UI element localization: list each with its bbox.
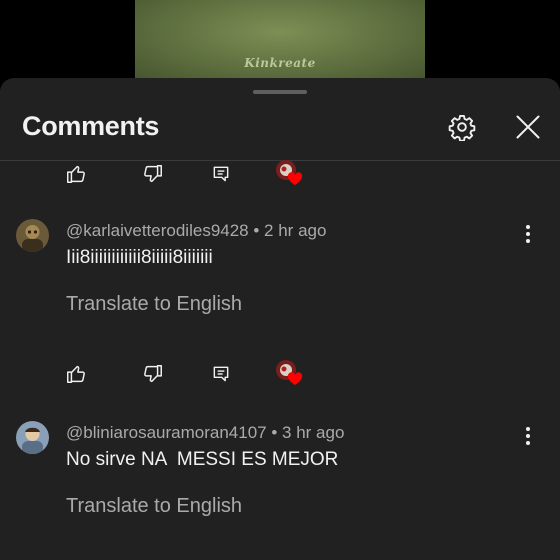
gear-icon xyxy=(448,114,476,141)
settings-button[interactable] xyxy=(444,109,480,145)
more-options-button[interactable] xyxy=(518,423,538,449)
thumb-down-icon xyxy=(144,165,162,183)
close-button[interactable] xyxy=(510,109,546,145)
comment-meta: @karlaivetterodiles9428 • 2 hr ago xyxy=(66,221,326,241)
comment-author[interactable]: @bliniarosauramoran4107 xyxy=(66,423,267,442)
video-player-area[interactable]: Kinkreate xyxy=(0,0,560,80)
comment-author[interactable]: @karlaivetterodiles9428 xyxy=(66,221,249,240)
creator-heart-icon xyxy=(276,160,303,185)
meta-separator: • xyxy=(248,221,265,240)
creator-heart-icon xyxy=(276,360,303,385)
reply-button[interactable] xyxy=(209,362,233,386)
comment-time: 2 hr ago xyxy=(264,221,327,240)
more-vert-icon xyxy=(526,427,530,445)
avatar[interactable] xyxy=(16,421,49,454)
comment-text: Iii8iiiiiiiiiiii8iiiii8iiiiiii xyxy=(66,247,213,268)
more-options-button[interactable] xyxy=(518,221,538,247)
dislike-button[interactable] xyxy=(141,162,165,186)
drag-handle[interactable] xyxy=(253,90,307,94)
avatar[interactable] xyxy=(16,219,49,252)
thumb-up-icon xyxy=(67,365,85,383)
comments-sheet: Comments @karlaivetterodiles9428 • 2 hr … xyxy=(0,78,560,560)
comment-actions xyxy=(0,160,560,192)
reply-button[interactable] xyxy=(209,162,233,186)
meta-separator: • xyxy=(266,423,283,442)
comment-meta: @bliniarosauramoran4107 • 3 hr ago xyxy=(66,423,344,443)
more-vert-icon xyxy=(526,225,530,243)
thumb-up-icon xyxy=(67,165,85,183)
video-watermark: Kinkreate xyxy=(244,56,316,70)
comment-text: No sirve NA MESSI ES MEJOR xyxy=(66,449,339,470)
comment-time: 3 hr ago xyxy=(282,423,345,442)
thumb-down-icon xyxy=(144,365,162,383)
translate-link[interactable]: Translate to English xyxy=(66,495,242,518)
creator-heart-badge xyxy=(274,158,304,188)
translate-link[interactable]: Translate to English xyxy=(66,293,242,316)
creator-heart-badge xyxy=(274,358,304,388)
dislike-button[interactable] xyxy=(141,362,165,386)
video-frame[interactable]: Kinkreate xyxy=(135,0,425,80)
like-button[interactable] xyxy=(64,162,88,186)
reply-icon xyxy=(213,166,229,182)
comment-actions xyxy=(0,360,560,392)
comments-title: Comments xyxy=(22,111,160,141)
reply-icon xyxy=(213,366,229,382)
close-icon xyxy=(516,115,540,139)
like-button[interactable] xyxy=(64,362,88,386)
